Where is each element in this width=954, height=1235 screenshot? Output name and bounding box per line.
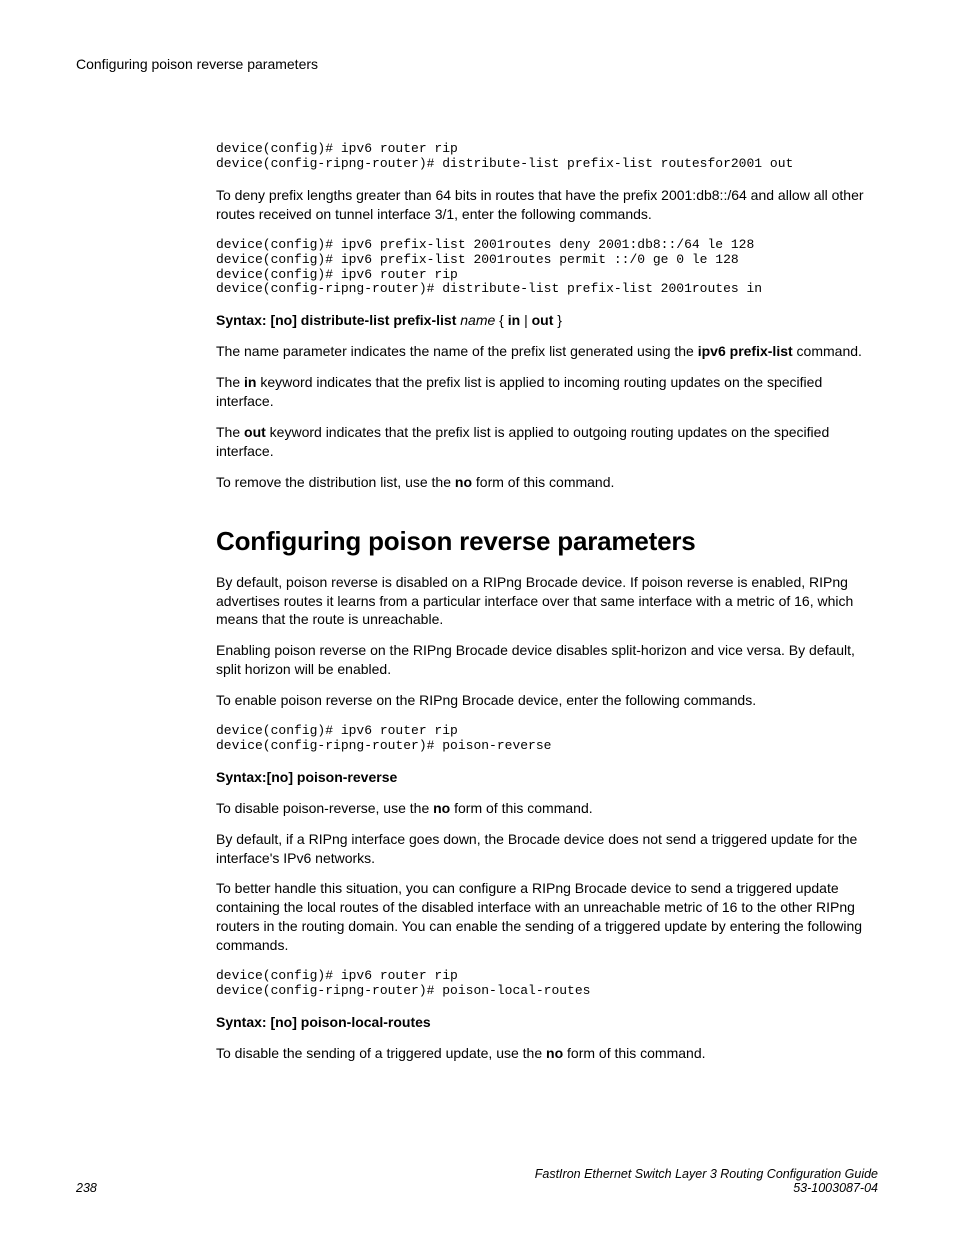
paragraph: The out keyword indicates that the prefi…: [216, 423, 878, 461]
text: To remove the distribution list, use the: [216, 474, 455, 490]
syntax-text: Syntax:[no] poison-reverse: [216, 769, 397, 785]
text: keyword indicates that the prefix list i…: [216, 424, 829, 459]
doc-title: FastIron Ethernet Switch Layer 3 Routing…: [535, 1167, 878, 1181]
keyword-no: no: [546, 1045, 563, 1061]
main-content: device(config)# ipv6 router rip device(c…: [216, 142, 878, 1063]
keyword-no: no: [455, 474, 472, 490]
doc-id: 53-1003087-04: [535, 1181, 878, 1195]
paragraph: The name parameter indicates the name of…: [216, 342, 878, 361]
syntax-pipe: |: [524, 312, 528, 328]
page-number: 238: [76, 1181, 97, 1195]
syntax-line-3: Syntax: [no] poison-local-routes: [216, 1013, 878, 1032]
paragraph: To disable poison-reverse, use the no fo…: [216, 799, 878, 818]
code-block-1: device(config)# ipv6 router rip device(c…: [216, 142, 878, 172]
syntax-prefix: Syntax: [no] distribute-list prefix-list: [216, 312, 456, 328]
syntax-text: Syntax: [no] poison-local-routes: [216, 1014, 431, 1030]
paragraph: To disable the sending of a triggered up…: [216, 1044, 878, 1063]
paragraph: To remove the distribution list, use the…: [216, 473, 878, 492]
syntax-keyword-out: out: [532, 312, 554, 328]
text: The: [216, 424, 244, 440]
page-footer: 238 FastIron Ethernet Switch Layer 3 Rou…: [76, 1167, 878, 1195]
paragraph: To deny prefix lengths greater than 64 b…: [216, 186, 878, 224]
paragraph: To better handle this situation, you can…: [216, 879, 878, 955]
paragraph: By default, if a RIPng interface goes do…: [216, 830, 878, 868]
code-block-3: device(config)# ipv6 router rip device(c…: [216, 724, 878, 754]
syntax-brace: {: [499, 312, 504, 328]
text: form of this command.: [472, 474, 614, 490]
text: keyword indicates that the prefix list i…: [216, 374, 822, 409]
code-block-4: device(config)# ipv6 router rip device(c…: [216, 969, 878, 999]
paragraph: Enabling poison reverse on the RIPng Bro…: [216, 641, 878, 679]
text: form of this command.: [450, 800, 592, 816]
running-header: Configuring poison reverse parameters: [76, 56, 878, 72]
syntax-brace: }: [557, 312, 562, 328]
paragraph: To enable poison reverse on the RIPng Br…: [216, 691, 878, 710]
text: To disable the sending of a triggered up…: [216, 1045, 546, 1061]
syntax-line-1: Syntax: [no] distribute-list prefix-list…: [216, 311, 878, 330]
text: The: [216, 374, 244, 390]
paragraph: By default, poison reverse is disabled o…: [216, 573, 878, 630]
syntax-keyword-in: in: [508, 312, 520, 328]
text: To disable poison-reverse, use the: [216, 800, 433, 816]
code-block-2: device(config)# ipv6 prefix-list 2001rou…: [216, 238, 878, 298]
section-heading: Configuring poison reverse parameters: [216, 526, 878, 557]
footer-doc-info: FastIron Ethernet Switch Layer 3 Routing…: [535, 1167, 878, 1195]
syntax-line-2: Syntax:[no] poison-reverse: [216, 768, 878, 787]
text: form of this command.: [563, 1045, 705, 1061]
syntax-param-name: name: [460, 312, 495, 328]
keyword-in: in: [244, 374, 256, 390]
text: command.: [793, 343, 862, 359]
keyword-no: no: [433, 800, 450, 816]
text: The name parameter indicates the name of…: [216, 343, 698, 359]
keyword-out: out: [244, 424, 266, 440]
paragraph: The in keyword indicates that the prefix…: [216, 373, 878, 411]
command-name: ipv6 prefix-list: [698, 343, 793, 359]
